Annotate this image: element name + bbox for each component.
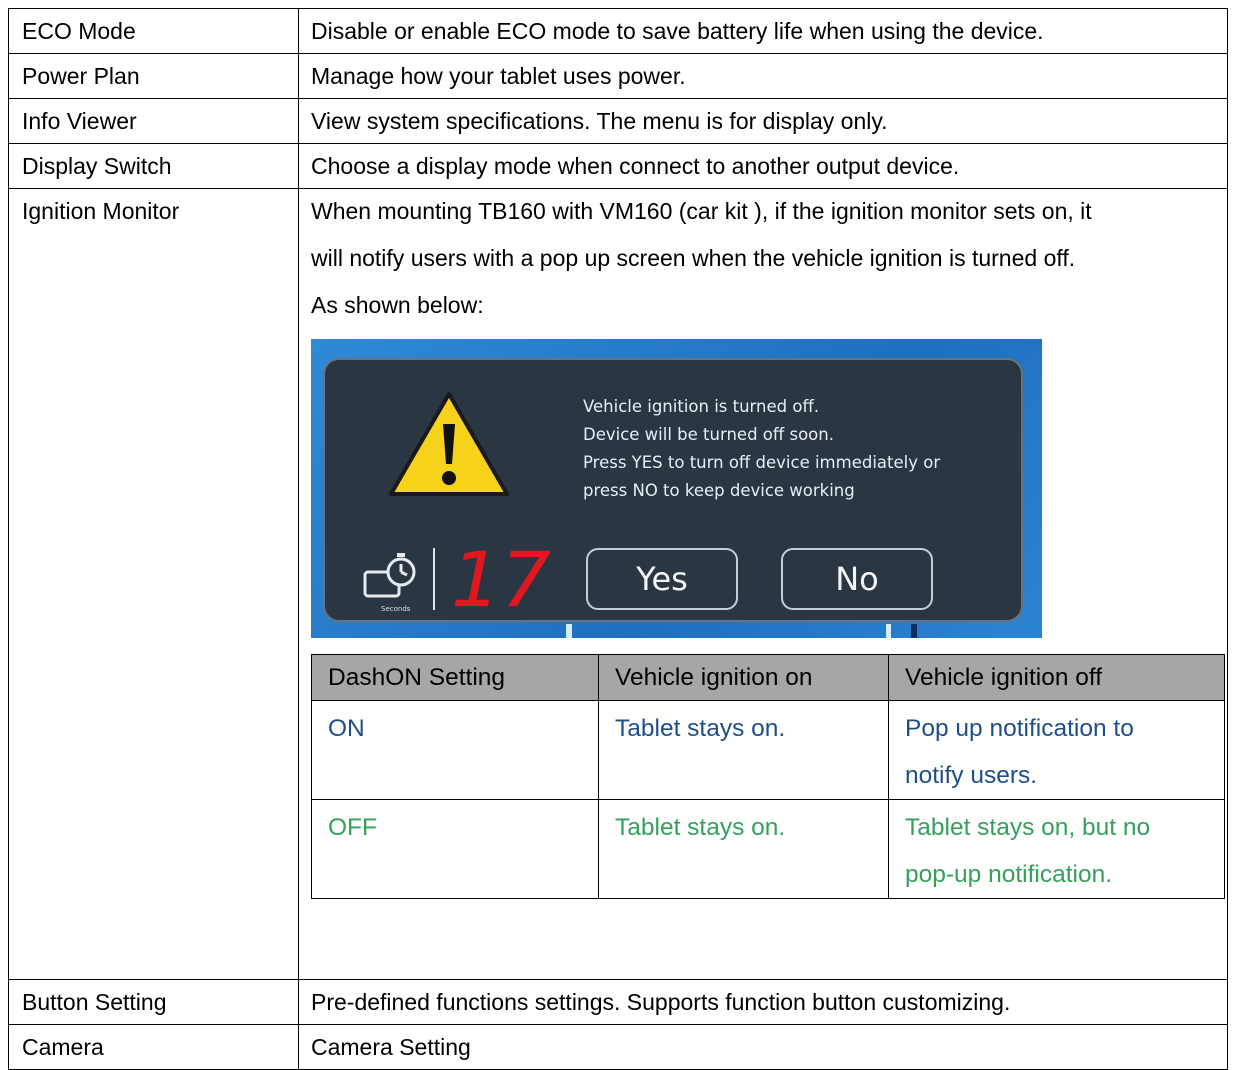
setting-desc-cell: Disable or enable ECO mode to save batte… — [298, 8, 1228, 54]
dialog-message-line: Vehicle ignition is turned off. — [583, 397, 820, 416]
yes-button[interactable]: Yes — [586, 548, 738, 610]
column-header: Vehicle ignition on — [598, 654, 889, 701]
table-row: Info Viewer View system specifications. … — [8, 98, 1228, 144]
setting-desc: Camera Setting — [311, 1034, 471, 1060]
table-row: Camera Camera Setting — [8, 1024, 1228, 1070]
setting-desc-cell: When mounting TB160 with VM160 (car kit … — [298, 188, 1228, 980]
column-header: Vehicle ignition off — [888, 654, 1225, 701]
ignition-desc-line: When mounting TB160 with VM160 (car kit … — [311, 198, 1092, 224]
cell-line: Tablet stays on, but no — [905, 814, 1151, 841]
setting-desc: Manage how your tablet uses power. — [311, 63, 686, 89]
setting-name-cell: Button Setting — [8, 979, 299, 1025]
warning-icon — [389, 392, 509, 496]
cell-line: Pop up notification to — [905, 715, 1134, 742]
taskbar-fragment — [886, 624, 891, 638]
setting-desc: View system specifications. The menu is … — [311, 108, 888, 134]
setting-desc: Choose a display mode when connect to an… — [311, 153, 960, 179]
table-row: Power Plan Manage how your tablet uses p… — [8, 53, 1228, 99]
dashon-table: DashON Setting Vehicle ignition on Vehic… — [311, 654, 1225, 899]
setting-name-cell: Ignition Monitor — [8, 188, 299, 980]
setting-name: ECO Mode — [22, 18, 136, 44]
setting-name: Info Viewer — [22, 108, 137, 134]
dialog-message-line: Device will be turned off soon. — [583, 425, 834, 444]
ignition-popup-screenshot: Vehicle ignition is turned off. Device w… — [311, 339, 1042, 638]
timer-label: Seconds — [381, 605, 411, 613]
setting-desc-cell: Choose a display mode when connect to an… — [298, 143, 1228, 189]
table-row-on: ON Tablet stays on. Pop up notification … — [311, 700, 1225, 800]
setting-desc: Disable or enable ECO mode to save batte… — [311, 18, 1044, 44]
setting-name: Button Setting — [22, 989, 167, 1015]
setting-name-cell: ECO Mode — [8, 8, 299, 54]
countdown-display: 17 — [451, 544, 551, 614]
setting-name: Display Switch — [22, 153, 172, 179]
setting-desc: Pre-defined functions settings. Supports… — [311, 989, 1011, 1015]
no-button[interactable]: No — [781, 548, 933, 610]
cell-line: notify users. — [905, 762, 1038, 789]
ignition-on-behavior: Tablet stays on. — [598, 799, 889, 899]
setting-name-cell: Display Switch — [8, 143, 299, 189]
setting-name: Power Plan — [22, 63, 140, 89]
stopwatch-icon — [363, 553, 416, 598]
setting-name: Ignition Monitor — [22, 198, 180, 224]
table-row-off: OFF Tablet stays on. Tablet stays on, bu… — [311, 799, 1225, 899]
table-header-row: DashON Setting Vehicle ignition on Vehic… — [311, 654, 1225, 701]
dashon-setting: ON — [311, 700, 599, 800]
dialog-message-line: Press YES to turn off device immediately… — [583, 453, 941, 472]
ignition-desc-line: will notify users with a pop up screen w… — [311, 245, 1076, 271]
table-row: Display Switch Choose a display mode whe… — [8, 143, 1228, 189]
table-row-ignition: Ignition Monitor When mounting TB160 wit… — [8, 188, 1228, 980]
dialog-message-line: press NO to keep device working — [583, 481, 855, 500]
timer-divider — [433, 548, 435, 610]
setting-name: Camera — [22, 1034, 104, 1060]
ignition-off-behavior: Tablet stays on, but no pop-up notificat… — [888, 799, 1225, 899]
countdown-value: 17 — [451, 544, 551, 614]
column-header: DashON Setting — [311, 654, 599, 701]
setting-desc-cell: View system specifications. The menu is … — [298, 98, 1228, 144]
setting-desc-cell: Pre-defined functions settings. Supports… — [298, 979, 1228, 1025]
dashon-setting: OFF — [311, 799, 599, 899]
setting-name-cell: Power Plan — [8, 53, 299, 99]
setting-name-cell: Info Viewer — [8, 98, 299, 144]
ignition-desc-line: As shown below: — [311, 292, 484, 318]
settings-table: ECO Mode Disable or enable ECO mode to s… — [8, 8, 1228, 1070]
cell-line: pop-up notification. — [905, 861, 1113, 888]
ignition-off-behavior: Pop up notification to notify users. — [888, 700, 1225, 800]
table-row: Button Setting Pre-defined functions set… — [8, 979, 1228, 1025]
setting-name-cell: Camera — [8, 1024, 299, 1070]
setting-desc-cell: Camera Setting — [298, 1024, 1228, 1070]
ignition-dialog: Vehicle ignition is turned off. Device w… — [323, 358, 1023, 622]
taskbar-fragment — [566, 624, 572, 638]
taskbar-fragment — [911, 624, 917, 638]
dialog-message: Vehicle ignition is turned off. Device w… — [583, 393, 940, 505]
ignition-on-behavior: Tablet stays on. — [598, 700, 889, 800]
table-row: ECO Mode Disable or enable ECO mode to s… — [8, 8, 1228, 54]
setting-desc-cell: Manage how your tablet uses power. — [298, 53, 1228, 99]
